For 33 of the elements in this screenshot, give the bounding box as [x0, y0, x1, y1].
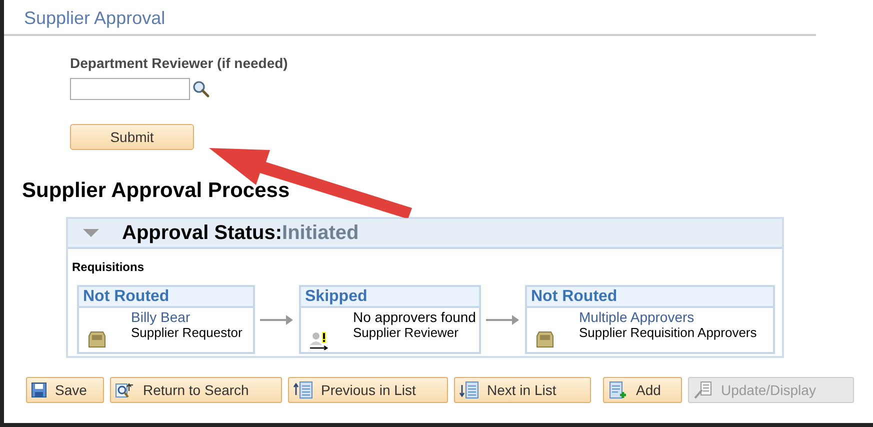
submit-button[interactable]: Submit [70, 124, 194, 150]
step-status: Not Routed [527, 287, 773, 308]
next-button[interactable]: Next in List [454, 377, 591, 403]
inbox-icon [87, 330, 107, 348]
previous-button[interactable]: Previous in List [288, 377, 448, 403]
field-label: Department Reviewer (if needed) [70, 54, 288, 73]
edit-document-icon [693, 381, 713, 399]
approver-link[interactable]: Billy Bear [131, 309, 242, 325]
list-down-arrow-icon [459, 381, 479, 399]
search-icon[interactable] [192, 80, 210, 98]
list-up-arrow-icon [293, 381, 313, 399]
add-button[interactable]: Add [603, 377, 682, 403]
inbox-icon [535, 330, 555, 348]
save-button[interactable]: Save [26, 377, 104, 403]
status-label: Approval Status: [122, 221, 282, 246]
collapse-triangle-icon[interactable] [82, 228, 100, 238]
step-role: Supplier Reviewer [353, 325, 460, 341]
step-status: Skipped [301, 287, 479, 308]
section-heading: Supplier Approval Process [22, 180, 290, 201]
step-role: Supplier Requisition Approvers [579, 325, 757, 341]
approver-link[interactable]: Multiple Approvers [579, 309, 757, 325]
reviewer-input-field[interactable] [70, 78, 190, 100]
return-button[interactable]: Return to Search [110, 377, 282, 403]
status-value: Initiated [282, 221, 359, 246]
add-document-icon [608, 381, 628, 399]
flow-arrow [260, 314, 294, 326]
step-note: No approvers found [353, 309, 476, 325]
flow-arrow [486, 314, 520, 326]
step-status: Not Routed [79, 287, 253, 308]
step-role: Supplier Requestor [131, 325, 242, 341]
section-title: Supplier Approval [24, 7, 166, 30]
group-label: Requisitions [72, 260, 144, 274]
magnifier-return-icon [115, 381, 135, 399]
